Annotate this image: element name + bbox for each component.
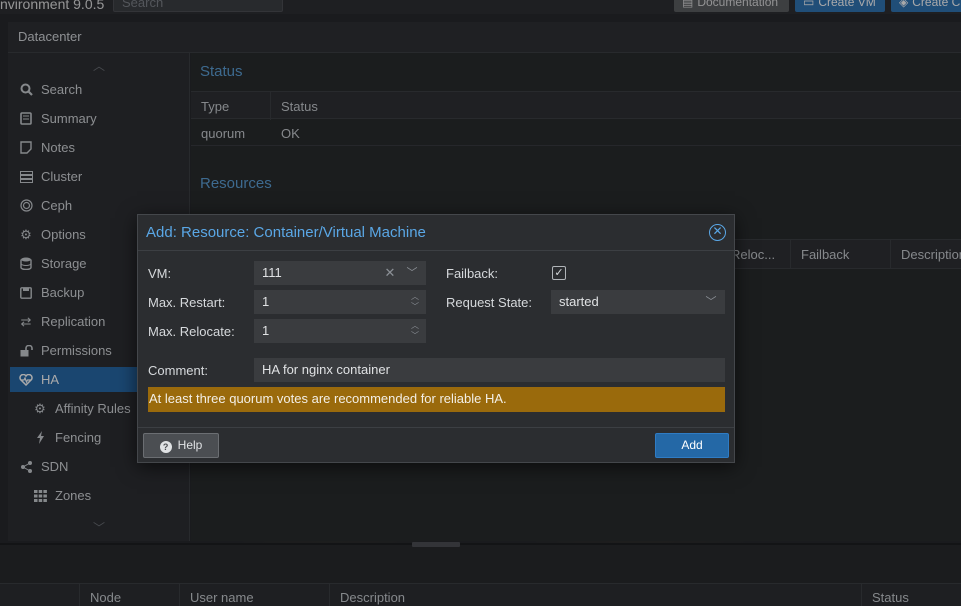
clear-icon[interactable]: ✕ bbox=[381, 262, 399, 284]
vm-label: VM: bbox=[148, 266, 172, 281]
spinner-icon[interactable]: ︿ ﹀ bbox=[410, 321, 420, 341]
question-icon: ? bbox=[159, 441, 172, 453]
failback-label: Failback: bbox=[446, 266, 499, 281]
dialog-footer: ? Help Add bbox=[138, 427, 734, 463]
request-state-label: Request State: bbox=[446, 295, 532, 310]
chevron-down-icon[interactable]: ﹀ bbox=[403, 262, 421, 284]
close-icon[interactable]: ✕ bbox=[709, 224, 726, 241]
failback-checkbox[interactable]: ✓ bbox=[552, 266, 566, 280]
comment-label: Comment: bbox=[148, 363, 208, 378]
dialog-title: Add: Resource: Container/Virtual Machine bbox=[146, 224, 426, 241]
quorum-warning: At least three quorum votes are recommen… bbox=[148, 387, 725, 412]
comment-field[interactable]: HA for nginx container bbox=[254, 358, 725, 382]
help-button[interactable]: ? Help bbox=[143, 433, 219, 458]
chevron-down-icon[interactable]: ﹀ bbox=[702, 291, 720, 313]
max-restart-label: Max. Restart: bbox=[148, 295, 226, 310]
add-resource-dialog: Add: Resource: Container/Virtual Machine… bbox=[137, 214, 735, 463]
max-restart-field[interactable]: 1 ︿ ﹀ bbox=[254, 290, 426, 314]
spinner-icon[interactable]: ︿ ﹀ bbox=[410, 292, 420, 312]
max-relocate-field[interactable]: 1 ︿ ﹀ bbox=[254, 319, 426, 343]
vm-combobox[interactable]: 111 ✕ ﹀ bbox=[254, 261, 426, 285]
add-button[interactable]: Add bbox=[655, 433, 729, 458]
request-state-select[interactable]: started ﹀ bbox=[551, 290, 725, 314]
max-relocate-label: Max. Relocate: bbox=[148, 324, 235, 339]
dialog-header: Add: Resource: Container/Virtual Machine… bbox=[138, 215, 734, 251]
